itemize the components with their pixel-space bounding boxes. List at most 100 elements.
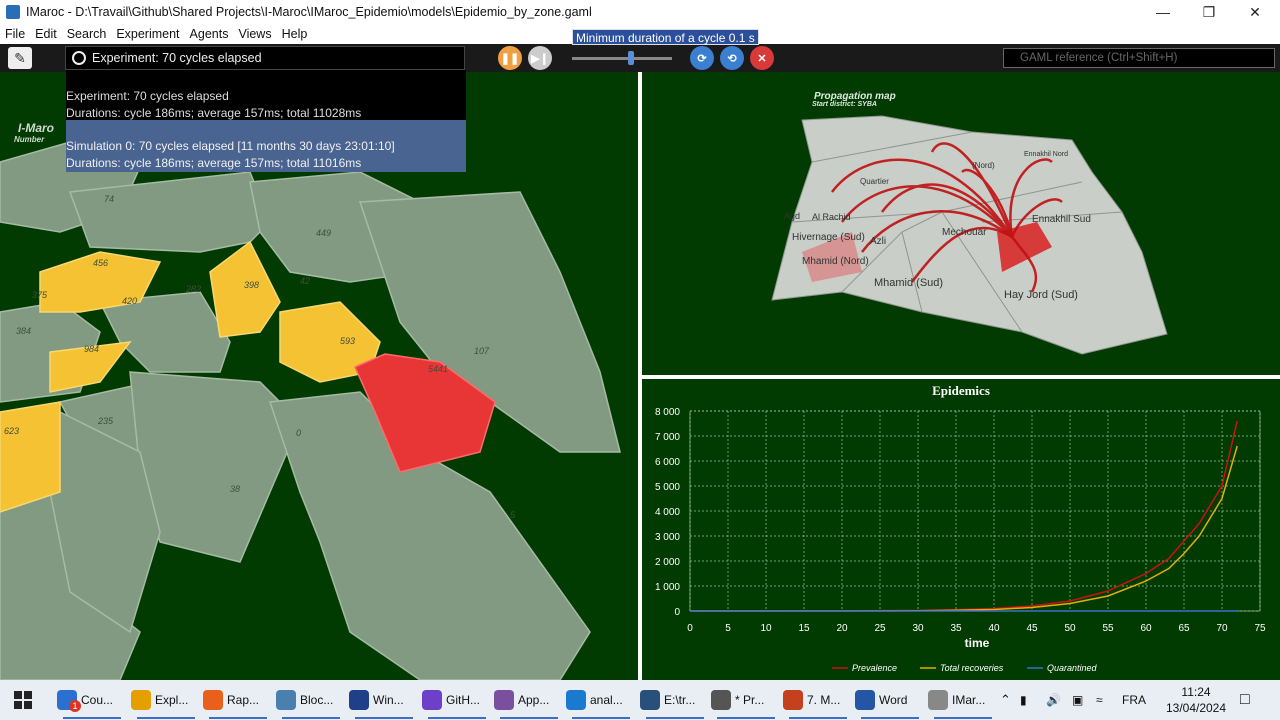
district-name-label: Hivernage (Sud) (792, 232, 865, 243)
district-count-label: 107 (474, 346, 490, 356)
district-count-label: 74 (104, 194, 114, 204)
experiment-info-popup: Experiment: 70 cycles elapsed Durations:… (66, 70, 466, 172)
menu-search[interactable]: Search (62, 27, 112, 41)
district-count-label: 5 (510, 510, 516, 520)
district-name-label: Ennakhil Sud (1032, 214, 1091, 225)
x-tick-label: 35 (950, 623, 962, 634)
menu-views[interactable]: Views (233, 27, 276, 41)
app-icon (349, 690, 369, 710)
tray-chevron-icon[interactable]: ⌃ (1000, 680, 1011, 720)
cycle-duration-slider-thumb[interactable] (628, 51, 634, 65)
district-name-label: Quartier (860, 177, 889, 186)
app-icon (276, 690, 296, 710)
step-button[interactable]: ▶❙ (528, 46, 552, 70)
notification-icon[interactable]: □ (1240, 680, 1250, 720)
x-tick-label: 15 (798, 623, 810, 634)
propagation-map-canvas[interactable]: Propagation map Start district: SYBA Enn… (642, 72, 1280, 375)
edit-pencil-icon[interactable]: ✎ (8, 47, 32, 69)
menu-experiment[interactable]: Experiment (111, 27, 184, 41)
taskbar-app-label: App... (518, 693, 550, 707)
menu-file[interactable]: File (0, 27, 30, 41)
district-count-label: 449 (316, 228, 331, 238)
stopwatch-icon (72, 51, 86, 65)
taskbar-app-label: IMar... (952, 693, 986, 707)
x-tick-label: 30 (912, 623, 924, 634)
y-tick-label: 1 000 (655, 582, 680, 593)
taskbar-app-12[interactable]: IMar... (928, 680, 998, 720)
district-count-label: 384 (16, 326, 31, 336)
minimize-icon[interactable]: — (1140, 0, 1186, 24)
wifi-icon[interactable]: ≈ (1096, 680, 1103, 720)
x-tick-label: 75 (1254, 623, 1266, 634)
taskbar-app-11[interactable]: Word (855, 680, 925, 720)
y-tick-label: 2 000 (655, 557, 680, 568)
battery-icon[interactable]: ▮ (1020, 680, 1027, 720)
legend-label: Prevalence (852, 663, 897, 673)
app-icon (783, 690, 803, 710)
start-button[interactable] (14, 680, 32, 720)
experiment-status[interactable]: Experiment: 70 cycles elapsed (65, 46, 465, 70)
taskbar-app-label: Cou... (81, 693, 114, 707)
reload-button[interactable]: ⟳ (690, 46, 714, 70)
district-count-label: 623 (4, 426, 19, 436)
window-title: IMaroc - D:\Travail\Github\Shared Projec… (26, 5, 592, 19)
screen-icon[interactable]: ▣ (1072, 680, 1083, 720)
taskbar-app-9[interactable]: * Pr... (711, 680, 781, 720)
district-name-label: Al Rachid (812, 212, 851, 222)
district-count-label: 5441 (428, 364, 448, 374)
x-tick-label: 20 (836, 623, 848, 634)
y-tick-label: 7 000 (655, 432, 680, 443)
volume-icon[interactable]: 🔊 (1046, 680, 1061, 720)
taskbar-app-10[interactable]: 7. M... (783, 680, 853, 720)
taskbar-app-label: Expl... (155, 693, 189, 707)
district-name-label: (Nord) (972, 161, 995, 170)
app-icon (131, 690, 151, 710)
input-language[interactable]: FRA (1122, 680, 1146, 720)
taskbar-app-0[interactable]: 1 Cou... (57, 680, 127, 720)
district-name-label: Azli (870, 236, 886, 247)
district-count-label: 0 (296, 428, 301, 438)
propagation-map-subtitle: Start district: SYBA (812, 101, 877, 108)
clock-time: 11:24 (1181, 685, 1211, 699)
epidemics-chart[interactable]: Epidemics time 0 1 000 2 000 3 000 4 000 5 00… (642, 379, 1280, 680)
taskbar-app-7[interactable]: anal... (566, 680, 636, 720)
app-icon (928, 690, 948, 710)
district-count-label: 282 (185, 284, 201, 294)
taskbar-app-4[interactable]: Win... (349, 680, 419, 720)
close-icon[interactable]: ✕ (1232, 0, 1278, 24)
taskbar: 1 Cou... Expl... Rap... Bloc... Win... GitH...… (0, 680, 1280, 720)
title-bar: IMaroc - D:\Travail\Github\Shared Projec… (0, 0, 1280, 24)
menu-edit[interactable]: Edit (30, 27, 62, 41)
y-tick-label: 3 000 (655, 532, 680, 543)
x-tick-label: 45 (1026, 623, 1038, 634)
taskbar-app-2[interactable]: Rap... (203, 680, 273, 720)
district-name-label: Hay Jord (Sud) (1004, 289, 1078, 301)
cycle-duration-tooltip: Minimum duration of a cycle 0.1 s (572, 29, 759, 45)
cycle-duration-slider-track[interactable] (572, 57, 672, 60)
district-count-label: 375 (32, 290, 48, 300)
menu-help[interactable]: Help (277, 27, 313, 41)
epidemics-chart-view[interactable]: Epidemics time 0 1 000 2 000 3 000 4 000 5 00… (642, 379, 1280, 680)
pause-button[interactable]: ❚❚ (498, 46, 522, 70)
map-subtitle: Number (14, 135, 45, 144)
relaunch-button[interactable]: ⟲ (720, 46, 744, 70)
taskbar-app-6[interactable]: App... (494, 680, 564, 720)
stop-button[interactable]: ✕ (750, 46, 774, 70)
restore-icon[interactable]: ❐ (1186, 0, 1232, 24)
x-tick-label: 40 (988, 623, 1000, 634)
y-tick-label: 4 000 (655, 507, 680, 518)
taskbar-app-8[interactable]: E:\tr... (640, 680, 710, 720)
district-name-label: Agd (784, 211, 800, 221)
district-count-label: 420 (122, 296, 137, 306)
taskbar-app-1[interactable]: Expl... (131, 680, 201, 720)
clock[interactable]: 11:24 13/04/2024 (1158, 680, 1234, 720)
gaml-reference-search[interactable]: GAML reference (Ctrl+Shift+H) (1003, 48, 1275, 68)
taskbar-app-label: GitH... (446, 693, 481, 707)
simulation-info[interactable]: Simulation 0: 70 cycles elapsed [11 mont… (66, 120, 466, 172)
x-tick-label: 5 (725, 623, 731, 634)
taskbar-app-3[interactable]: Bloc... (276, 680, 346, 720)
menu-agents[interactable]: Agents (185, 27, 234, 41)
chart-title: Epidemics (932, 383, 990, 398)
propagation-map-view[interactable]: Propagation map Start district: SYBA Enn… (642, 72, 1280, 375)
taskbar-app-5[interactable]: GitH... (422, 680, 492, 720)
